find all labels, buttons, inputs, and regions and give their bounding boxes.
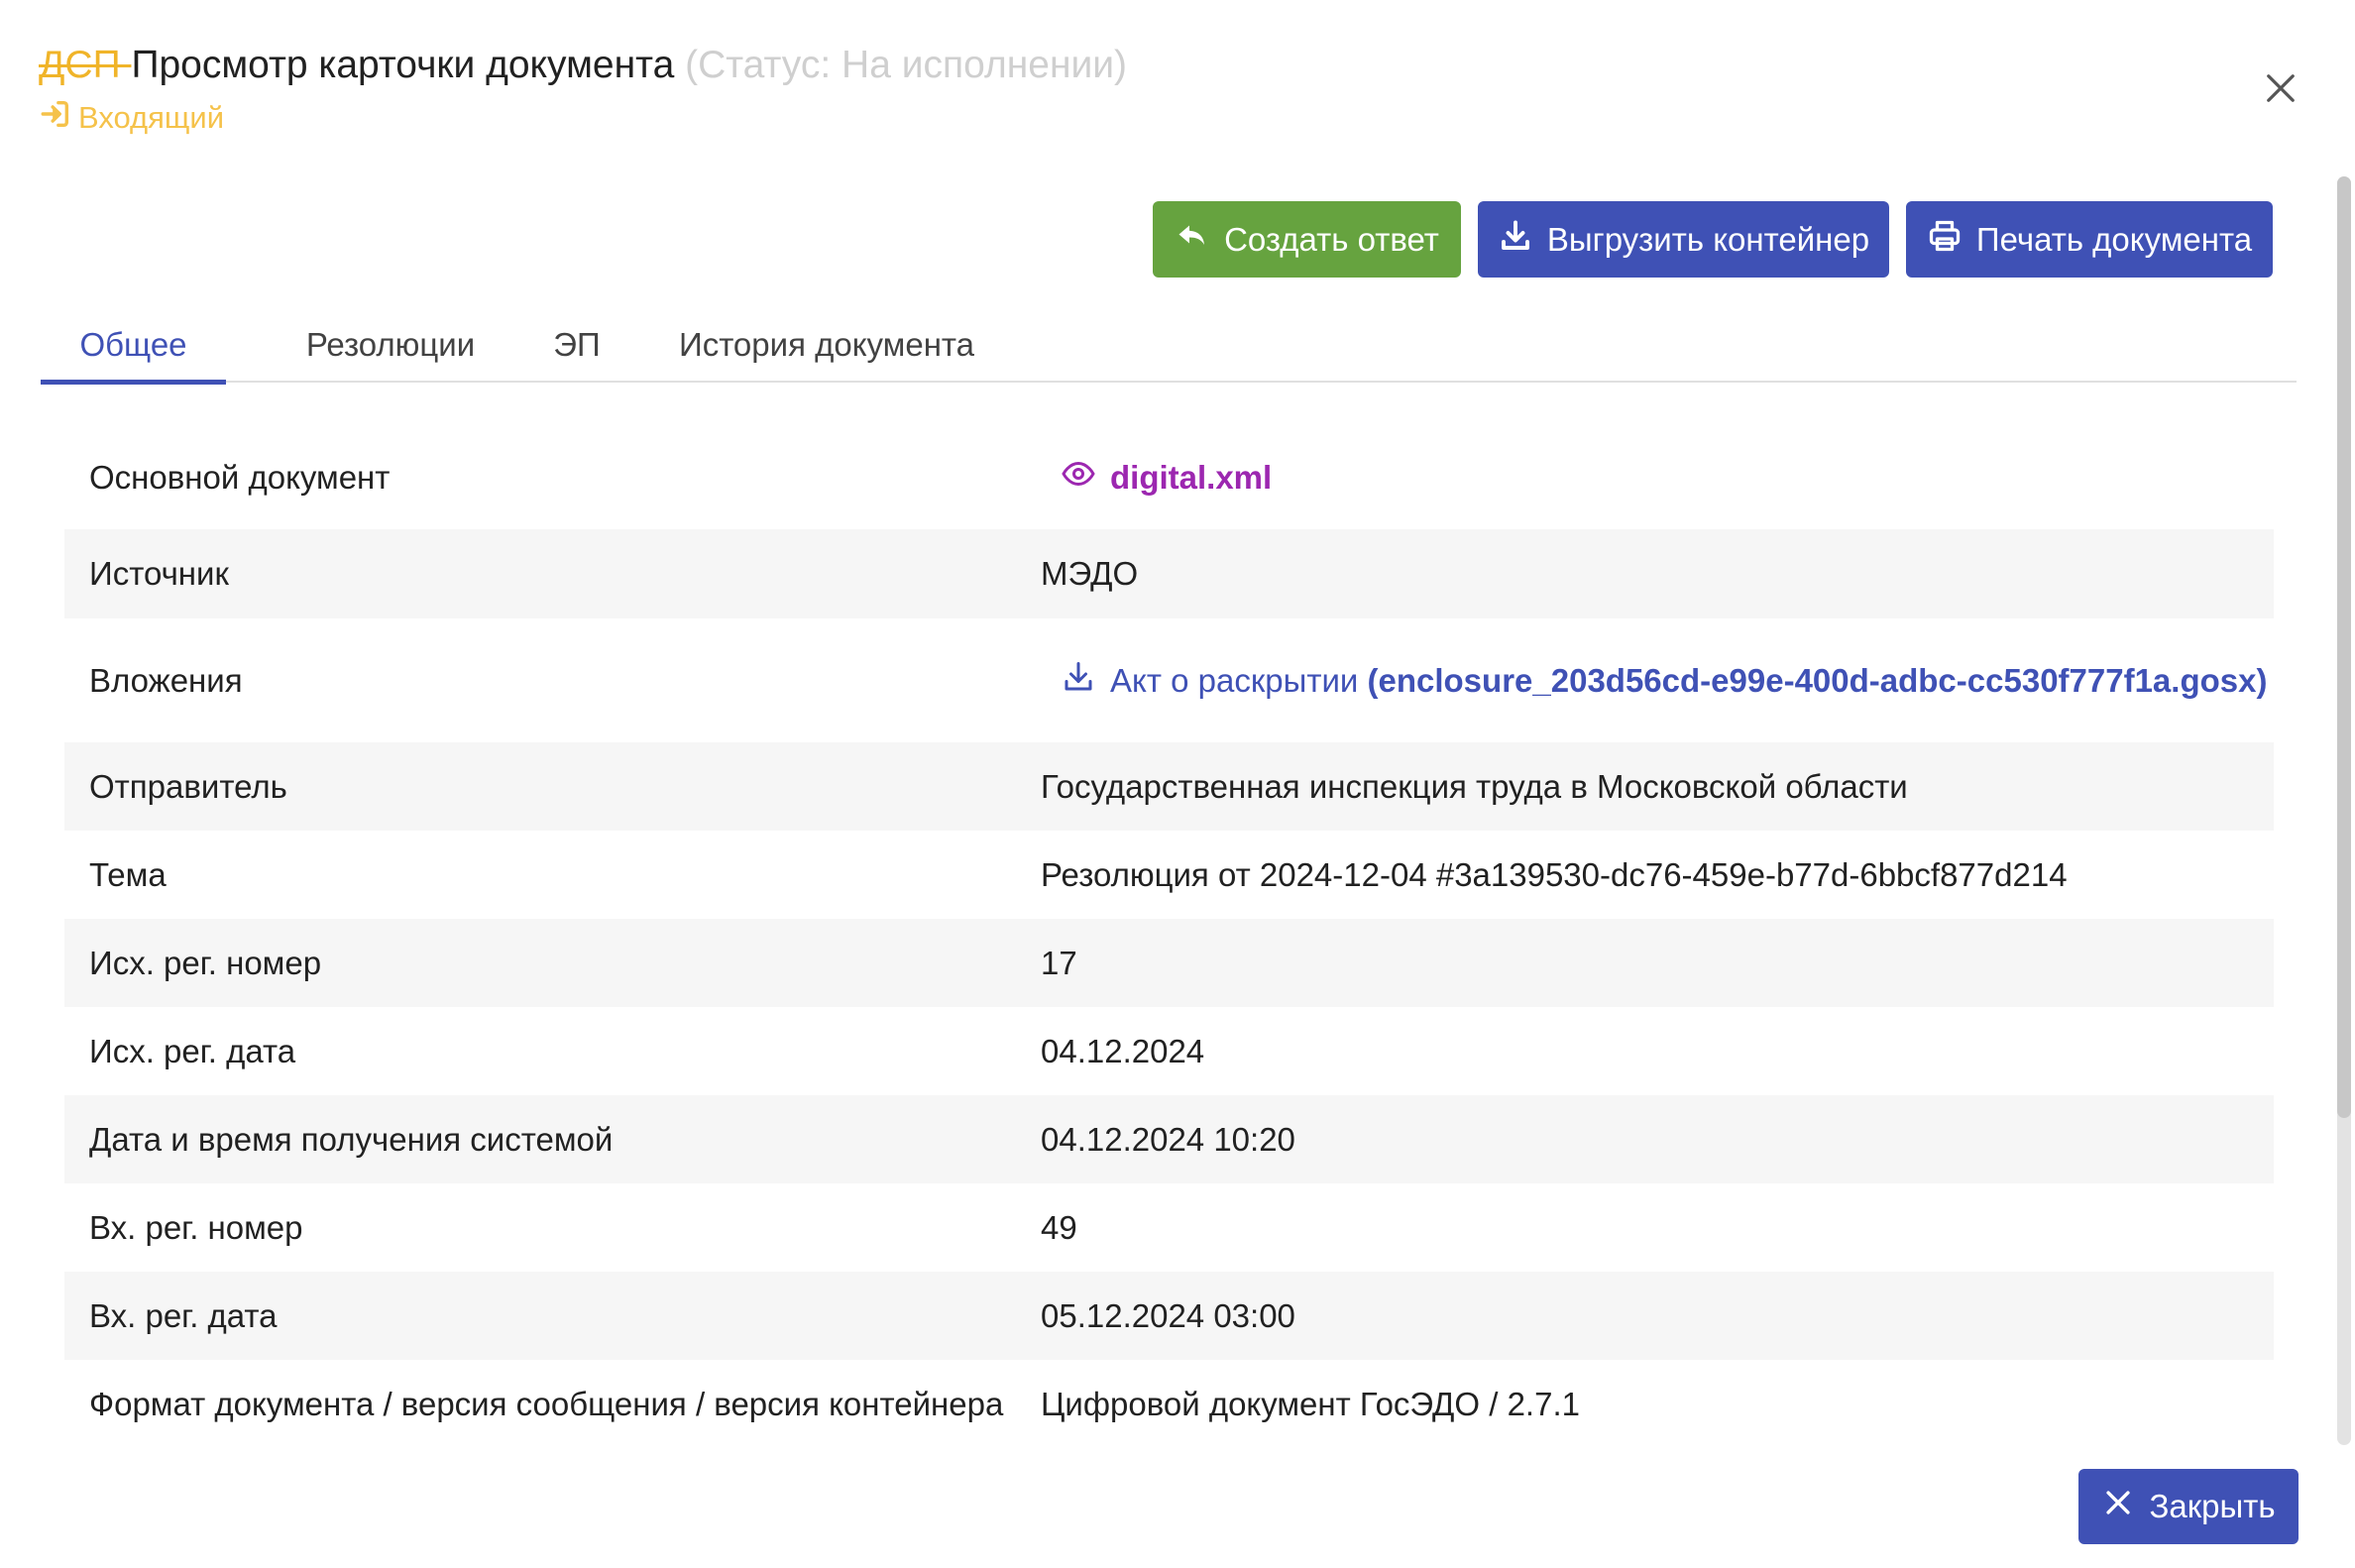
document-properties-table: Основной документ digital.xml Источник М… [64,426,2274,1448]
close-button[interactable]: Закрыть [2078,1469,2299,1544]
main-document-name: digital.xml [1110,459,1273,496]
export-container-button[interactable]: Выгрузить контейнер [1478,201,1889,278]
table-row: Отправитель Государственная инспекция тр… [64,742,2274,831]
tab-history[interactable]: История документа [638,307,1015,383]
dialog-header: ДСП Просмотр карточки документа (Статус:… [39,38,1127,139]
table-row: Источник МЭДО [64,529,2274,618]
close-icon [2101,1486,2135,1527]
row-value: Государственная инспекция труда в Москов… [1041,767,1908,805]
row-label: Исх. рег. номер [89,944,322,981]
main-document-link[interactable]: digital.xml [1061,456,1272,500]
row-label: Вх. рег. дата [89,1296,278,1334]
print-document-button[interactable]: Печать документа [1906,201,2273,278]
tab-resolutions[interactable]: Резолюции [256,307,525,383]
row-value: 17 [1041,944,1077,981]
close-button-label: Закрыть [2149,1488,2276,1524]
table-row: Исх. рег. дата 04.12.2024 [64,1007,2274,1095]
table-row: Вложения Акт о раскрытии (enclosure_203d… [64,618,2274,742]
create-reply-button[interactable]: Создать ответ [1153,201,1461,278]
export-container-label: Выгрузить контейнер [1546,220,1870,258]
table-row: Дата и время получения системой 04.12.20… [64,1095,2274,1183]
attachment-title: Акт о раскрытии [1110,661,1368,699]
print-document-label: Печать документа [1975,220,2253,258]
attachment-name: Акт о раскрытии (enclosure_203d56cd-e99e… [1110,662,2267,700]
table-row: Вх. рег. номер 49 [64,1183,2274,1272]
dialog-title: ДСП Просмотр карточки документа (Статус:… [39,38,1127,93]
row-label: Формат документа / версия сообщения / ве… [89,1385,1004,1422]
row-label: Тема [89,855,167,893]
row-value: Цифровой документ ГосЭДО / 2.7.1 [1041,1385,1580,1422]
printer-icon [1927,218,1962,262]
row-label: Вложения [89,661,243,699]
row-value: 04.12.2024 10:20 [1041,1120,1295,1158]
row-value: 04.12.2024 [1041,1032,1205,1069]
eye-icon [1061,456,1096,500]
reply-icon [1175,218,1210,262]
tab-general[interactable]: Общее [41,307,226,385]
doc-type-label: Входящий [78,100,225,135]
tab-signature[interactable]: ЭП [515,307,638,383]
row-value: 49 [1041,1208,1077,1246]
scrollbar-thumb[interactable] [2337,176,2351,1118]
row-value: Резолюция от 2024-12-04 #3a139530-dc76-4… [1041,855,2068,893]
row-label: Дата и время получения системой [89,1120,614,1158]
close-icon[interactable] [2260,67,2301,109]
row-label: Вх. рег. номер [89,1208,303,1246]
table-row: Исх. рег. номер 17 [64,919,2274,1007]
download-icon [1061,659,1096,703]
row-label: Основной документ [89,459,391,496]
table-row: Вх. рег. дата 05.12.2024 03:00 [64,1272,2274,1360]
row-label: Источник [89,555,229,592]
row-label: Исх. рег. дата [89,1032,296,1069]
sign-in-icon [39,97,72,139]
attachment-filename: (enclosure_203d56cd-e99e-400d-adbc-cc530… [1367,661,2268,699]
scrollbar[interactable] [2337,176,2351,1445]
table-row: Основной документ digital.xml [64,426,2274,529]
dsp-mark: ДСП [39,44,132,86]
table-row: Тема Резолюция от 2024-12-04 #3a139530-d… [64,831,2274,919]
row-label: Отправитель [89,767,287,805]
create-reply-label: Создать ответ [1224,220,1439,258]
attachment-link[interactable]: Акт о раскрытии (enclosure_203d56cd-e99e… [1061,659,2267,703]
status-text: (Статус: На исполнении) [674,44,1128,86]
download-icon [1498,218,1533,262]
table-row: Формат документа / версия сообщения / ве… [64,1360,2274,1448]
tab-bar: Общее Резолюции ЭП История документа [41,307,2297,385]
row-value: 05.12.2024 03:00 [1041,1296,1295,1334]
doc-type-badge: Входящий [39,97,1127,139]
page-title: Просмотр карточки документа [131,44,675,86]
row-value: МЭДО [1041,555,1139,592]
